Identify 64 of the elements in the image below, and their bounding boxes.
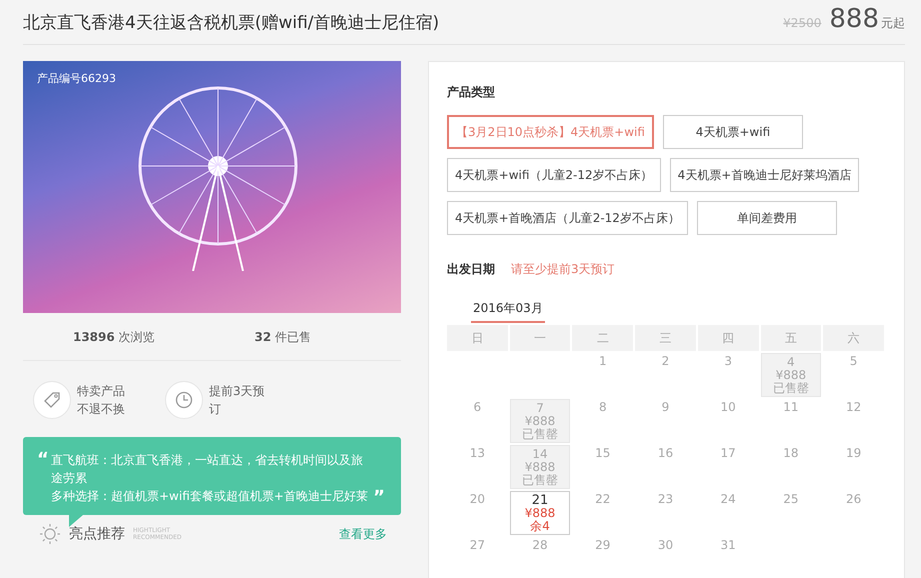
original-price: ¥2500 bbox=[783, 16, 822, 30]
calendar-day: 22 bbox=[595, 492, 610, 506]
feature-text: 提前3天预 订 bbox=[209, 383, 266, 418]
product-type-option[interactable]: 单间差费用 bbox=[696, 201, 837, 235]
weekday-header: 日 bbox=[447, 325, 508, 351]
calendar-day: 6 bbox=[474, 400, 482, 414]
calendar-day: 10 bbox=[720, 400, 736, 414]
price: 888 bbox=[829, 4, 879, 34]
product-type-option[interactable]: 4天机票+首晚酒店（儿童2-12岁不占床） bbox=[447, 201, 688, 235]
calendar-day: 26 bbox=[846, 492, 862, 506]
product-type-option[interactable]: 4天机票+wifi（儿童2-12岁不占床） bbox=[447, 158, 661, 192]
calendar-day: 15 bbox=[595, 446, 610, 460]
calendar-day: 2 bbox=[662, 354, 670, 368]
month-tab[interactable]: 2016年03月 bbox=[471, 296, 545, 323]
price-suffix: 元起 bbox=[881, 15, 905, 32]
calendar-day: 13 bbox=[470, 446, 485, 460]
stat-text: 32 件已售 bbox=[254, 329, 312, 346]
product-type-option[interactable]: 4天机票+首晚迪士尼好莱坞酒店 bbox=[670, 158, 860, 192]
calendar-day: 5 bbox=[850, 354, 858, 368]
calendar-day: 8 bbox=[598, 400, 607, 414]
highlight-text: 多种选择：超值机票+wifi套餐或超值机票+首晚迪士尼好莱 bbox=[51, 488, 369, 505]
calendar-day: 20 bbox=[470, 492, 485, 506]
weekday-header: 三 bbox=[635, 325, 696, 351]
calendar-day: 16 bbox=[658, 446, 674, 460]
calendar-day: 25 bbox=[783, 492, 798, 506]
tag-icon bbox=[42, 390, 62, 410]
stat-text: 13896 次浏览 bbox=[72, 329, 155, 346]
page-title: 北京直飞香港4天往返含税机票(赠wifi/首晚迪士尼住宿) bbox=[23, 12, 440, 34]
calendar-day-cell: 4 ¥888 已售罄 bbox=[760, 353, 822, 397]
calendar-day: 11 bbox=[783, 400, 798, 414]
calendar-day: 17 bbox=[720, 446, 736, 460]
weekday-header: 一 bbox=[510, 325, 570, 351]
calendar-day: 1 bbox=[598, 354, 607, 368]
section-title: 产品类型 bbox=[447, 84, 496, 101]
feature-text: 特卖产品 不退不换 bbox=[77, 383, 126, 418]
product-type-option[interactable]: 4天机票+wifi bbox=[662, 115, 803, 149]
calendar-day: 29 bbox=[595, 538, 610, 552]
weekday-header: 二 bbox=[572, 325, 634, 351]
calendar-day-cell[interactable]: 21 ¥888 余4 bbox=[510, 491, 570, 535]
calendar-day: 12 bbox=[846, 400, 862, 414]
calendar-day: 23 bbox=[658, 492, 674, 506]
calendar-day: 30 bbox=[658, 538, 674, 552]
calendar-day: 3 bbox=[724, 354, 732, 368]
highlight-text: 直飞航班：北京直飞香港，一站直达，省去转机时间以及旅途劳累 bbox=[51, 452, 364, 487]
calendar-day: 19 bbox=[846, 446, 862, 460]
highlight-label: 亮点推荐 bbox=[69, 525, 125, 543]
weekday-header: 五 bbox=[760, 325, 822, 351]
calendar-day: 9 bbox=[662, 400, 670, 414]
product-number-label: 产品编号66293 bbox=[37, 71, 116, 86]
calendar-day: 31 bbox=[720, 538, 736, 552]
calendar-day: 27 bbox=[470, 538, 485, 552]
booking-hint: 请至少提前3天预订 bbox=[511, 261, 615, 278]
close-quote: ” bbox=[373, 489, 385, 507]
weekday-header: 六 bbox=[823, 325, 884, 351]
calendar-day-cell: 14 ¥888 已售罄 bbox=[510, 445, 570, 489]
calendar-day: 28 bbox=[532, 538, 548, 552]
clock-icon bbox=[174, 390, 194, 410]
weekday-header: 四 bbox=[698, 325, 759, 351]
open-quote: “ bbox=[37, 451, 49, 469]
section-title: 出发日期 bbox=[447, 261, 495, 278]
sun-icon bbox=[39, 523, 61, 545]
calendar-day: 24 bbox=[720, 492, 736, 506]
calendar-day: 18 bbox=[783, 446, 798, 460]
calendar-day-cell: 7 ¥888 已售罄 bbox=[510, 399, 570, 443]
